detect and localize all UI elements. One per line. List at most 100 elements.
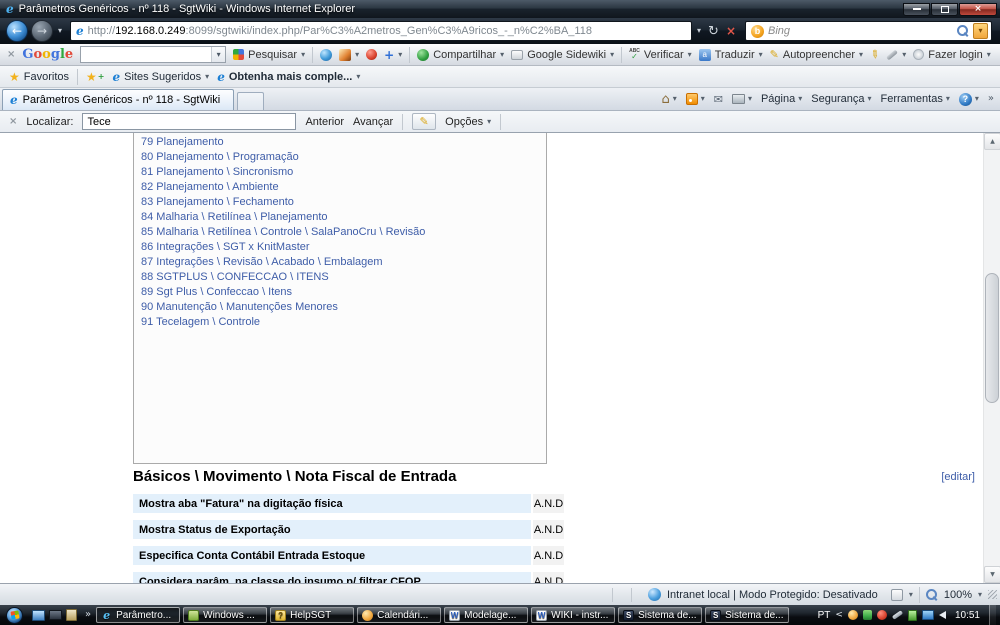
find-next-button[interactable]: Avançar	[353, 116, 393, 128]
tab-parametros-genericos[interactable]: e Parâmetros Genéricos - nº 118 - SgtWik…	[2, 89, 234, 110]
autofill-button[interactable]: ✎ Autopreencher ▾	[770, 49, 863, 61]
tray-network-icon[interactable]	[922, 610, 934, 620]
toc-link[interactable]: 80 Planejamento \ Programação	[141, 150, 546, 165]
print-button[interactable]: ▾	[732, 94, 752, 104]
tray-volume-icon[interactable]	[939, 611, 946, 619]
taskbar-button-calendario[interactable]: Calendári...	[357, 607, 441, 623]
search-box[interactable]: b ▾	[745, 21, 992, 41]
get-more-addons-button[interactable]: e Obtenha mais comple... ▾	[217, 71, 360, 83]
stop-button[interactable]: ×	[724, 25, 738, 37]
toolbar-options-button[interactable]: ▾	[886, 51, 906, 59]
quick-launch-overflow-icon[interactable]: »	[85, 610, 91, 620]
tray-battery-icon[interactable]	[908, 610, 917, 621]
taskbar-button-sistema-1[interactable]: SSistema de...	[618, 607, 702, 623]
close-button[interactable]: ×	[959, 3, 997, 16]
tray-antivirus-icon[interactable]	[877, 610, 887, 620]
streetview-icon[interactable]	[366, 49, 377, 60]
security-menu[interactable]: Segurança▾	[811, 93, 871, 105]
back-button[interactable]: ←	[6, 20, 28, 42]
toc-link[interactable]: 81 Planejamento \ Sincronismo	[141, 165, 546, 180]
google-search-dropdown[interactable]: ▾	[211, 47, 225, 62]
scrollbar-thumb[interactable]	[985, 273, 999, 403]
favorites-button[interactable]: ★ Favoritos	[9, 71, 69, 83]
scroll-down-button[interactable]: ▼	[984, 566, 1000, 583]
share-button[interactable]: Compartilhar ▾	[417, 49, 504, 61]
toc-link[interactable]: 83 Planejamento \ Fechamento	[141, 195, 546, 210]
compatibility-view-icon[interactable]	[891, 589, 903, 601]
taskbar-button-wiki[interactable]: WWIKI - instr...	[531, 607, 615, 623]
caret-icon[interactable]: ▾	[909, 591, 913, 599]
vertical-scrollbar[interactable]: ▲ ▼	[983, 133, 1000, 583]
quick-launch-icon[interactable]	[32, 610, 45, 621]
new-tab-button[interactable]	[237, 92, 264, 110]
taskbar-button-helpsgt[interactable]: ?HelpSGT	[270, 607, 354, 623]
read-mail-button[interactable]: ✉	[714, 94, 723, 105]
recent-pages-dropdown[interactable]: ▾	[56, 27, 64, 35]
tray-pen-icon[interactable]	[892, 610, 903, 620]
search-input[interactable]	[768, 25, 953, 37]
find-close-icon[interactable]: ×	[9, 117, 17, 127]
tray-messenger-icon[interactable]	[863, 610, 872, 620]
toolbar-close-icon[interactable]: ×	[7, 50, 15, 60]
search-provider-dropdown[interactable]: ▾	[973, 23, 988, 39]
add-favorite-button[interactable]: ★+	[86, 71, 104, 83]
quick-launch-icon[interactable]	[66, 609, 77, 621]
tray-expand-chevron-icon[interactable]: <	[835, 611, 843, 620]
highlight-all-button[interactable]: ✎	[412, 113, 436, 130]
login-button[interactable]: Fazer login ▾	[913, 49, 990, 61]
refresh-button[interactable]: ↻	[706, 25, 721, 38]
find-bar: × Localizar: Anterior Avançar ✎ Opções ▾	[0, 111, 1000, 133]
scroll-up-button[interactable]: ▲	[984, 133, 1000, 150]
spellcheck-button[interactable]: ABC✓ Verificar ▾	[629, 49, 692, 61]
address-bar[interactable]: e http://192.168.0.249:8099/sgtwiki/inde…	[70, 21, 692, 41]
photos-button[interactable]: ▾	[339, 49, 359, 61]
toc-link[interactable]: 91 Tecelagem \ Controle	[141, 315, 546, 330]
toc-link[interactable]: 89 Sgt Plus \ Confeccao \ Itens	[141, 285, 546, 300]
tools-menu[interactable]: Ferramentas▾	[880, 93, 949, 105]
translate-button[interactable]: a Traduzir ▾	[699, 49, 763, 61]
overflow-chevron-icon[interactable]: »	[988, 94, 994, 104]
find-input[interactable]	[82, 113, 296, 130]
quick-launch-icon[interactable]	[49, 610, 62, 620]
feeds-button[interactable]: ▾	[686, 93, 705, 105]
home-button[interactable]: ⌂▾	[661, 93, 676, 106]
address-dropdown[interactable]: ▾	[695, 27, 703, 35]
taskbar-button-ie[interactable]: eParâmetro...	[96, 607, 180, 623]
zoom-level[interactable]: 100%	[944, 589, 972, 601]
toc-link[interactable]: 85 Malharia \ Retilínea \ Controle \ Sal…	[141, 225, 546, 240]
google-search-field[interactable]: ▾	[80, 46, 226, 63]
toc-link[interactable]: 82 Planejamento \ Ambiente	[141, 180, 546, 195]
start-button[interactable]	[6, 607, 23, 624]
toc-link[interactable]: 87 Integrações \ Revisão \ Acabado \ Emb…	[141, 255, 546, 270]
tray-clock-icon[interactable]	[848, 610, 858, 620]
add-gadget-button[interactable]: +▾	[384, 49, 402, 61]
maximize-button[interactable]	[931, 3, 958, 16]
taskbar-button-sistema-2[interactable]: SSistema de...	[705, 607, 789, 623]
toc-link[interactable]: 90 Manutenção \ Manutenções Menores	[141, 300, 546, 315]
page-menu[interactable]: Página▾	[761, 93, 802, 105]
minimize-button[interactable]	[903, 3, 930, 16]
command-bar: ⌂▾ ▾ ✉ ▾ Página▾ Segurança▾ Ferramentas▾…	[661, 88, 1000, 110]
search-magnifier-icon[interactable]	[957, 25, 969, 37]
highlighter-icon[interactable]: ✎	[868, 47, 882, 61]
find-options-button[interactable]: Opções ▾	[445, 116, 491, 128]
clock[interactable]: 10:51	[955, 610, 980, 621]
language-indicator[interactable]: PT	[818, 610, 831, 621]
sidewiki-button[interactable]: Google Sidewiki ▾	[511, 49, 614, 61]
taskbar-button-windows[interactable]: Windows ...	[183, 607, 267, 623]
find-previous-button[interactable]: Anterior	[305, 116, 344, 128]
google-search-button[interactable]: Pesquisar ▾	[233, 49, 305, 61]
toc-link[interactable]: 79 Planejamento	[141, 135, 546, 150]
show-desktop-button[interactable]	[989, 605, 996, 625]
forward-button[interactable]: →	[31, 20, 53, 42]
google-earth-icon[interactable]	[320, 49, 332, 61]
help-menu[interactable]: ?▾	[959, 93, 979, 106]
edit-section-link[interactable]: [editar]	[941, 471, 975, 483]
suggested-sites-button[interactable]: e Sites Sugeridos ▾	[112, 71, 209, 83]
toc-link[interactable]: 88 SGTPLUS \ CONFECCAO \ ITENS	[141, 270, 546, 285]
toc-link[interactable]: 84 Malharia \ Retilínea \ Planejamento	[141, 210, 546, 225]
caret-icon[interactable]: ▾	[978, 591, 982, 599]
taskbar-button-modelagem[interactable]: WModelage...	[444, 607, 528, 623]
google-search-input[interactable]	[81, 49, 211, 61]
toc-link[interactable]: 86 Integrações \ SGT x KnitMaster	[141, 240, 546, 255]
